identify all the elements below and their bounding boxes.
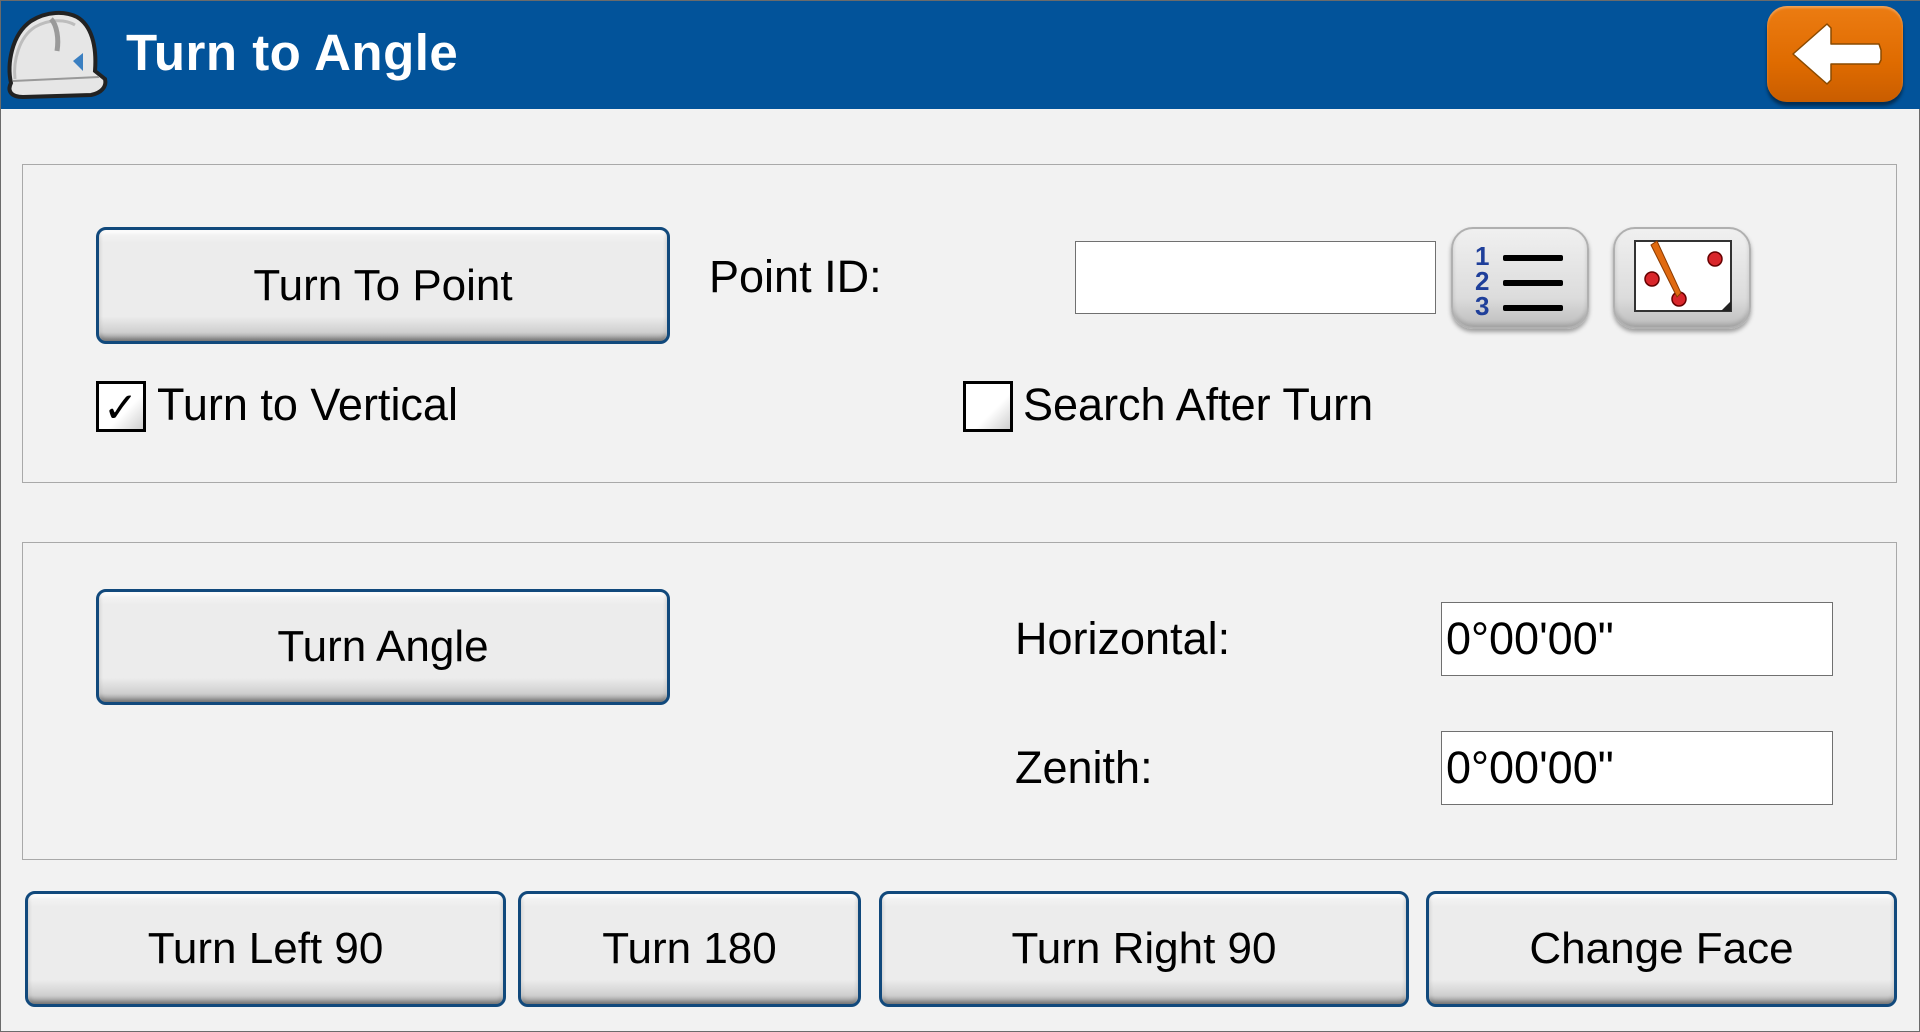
turn-to-point-button-label: Turn To Point	[253, 260, 513, 310]
header-bar: Turn to Angle	[1, 1, 1920, 109]
turn-to-vertical-label[interactable]: Turn to Vertical	[157, 379, 458, 431]
hard-hat-icon	[7, 10, 108, 100]
map-pick-icon	[1634, 240, 1732, 312]
back-button[interactable]	[1767, 6, 1903, 102]
point-id-input[interactable]	[1075, 241, 1436, 314]
turn-angle-button[interactable]: Turn Angle	[96, 589, 670, 705]
change-face-button[interactable]: Change Face	[1426, 891, 1897, 1007]
svg-text:3: 3	[1475, 291, 1489, 321]
turn-angle-button-label: Turn Angle	[277, 622, 489, 671]
pick-from-map-button[interactable]	[1613, 227, 1751, 329]
turn-180-button[interactable]: Turn 180	[518, 891, 861, 1007]
turn-right-90-label: Turn Right 90	[1011, 924, 1277, 973]
arrow-left-icon	[1792, 23, 1882, 85]
search-after-turn-label[interactable]: Search After Turn	[1023, 379, 1373, 431]
zenith-label: Zenith:	[1015, 742, 1153, 793]
numbered-list-icon: 1 2 3	[1475, 241, 1563, 321]
horizontal-angle-input[interactable]: 0°00'00"	[1441, 602, 1833, 676]
check-mark-icon: ✓	[103, 384, 139, 431]
turn-right-90-button[interactable]: Turn Right 90	[879, 891, 1409, 1007]
turn-to-vertical-checkbox[interactable]: ✓	[96, 381, 146, 432]
turn-180-label: Turn 180	[602, 924, 777, 973]
horizontal-label: Horizontal:	[1015, 613, 1231, 664]
search-after-turn-checkbox[interactable]	[963, 381, 1013, 432]
point-id-label: Point ID:	[709, 251, 882, 302]
change-face-label: Change Face	[1529, 924, 1794, 973]
turn-to-point-button[interactable]: Turn To Point	[96, 227, 670, 344]
point-list-button[interactable]: 1 2 3	[1451, 227, 1589, 329]
page-title: Turn to Angle	[126, 24, 459, 81]
zenith-angle-input[interactable]: 0°00'00"	[1441, 731, 1833, 805]
turn-left-90-label: Turn Left 90	[147, 924, 384, 973]
turn-left-90-button[interactable]: Turn Left 90	[25, 891, 506, 1007]
